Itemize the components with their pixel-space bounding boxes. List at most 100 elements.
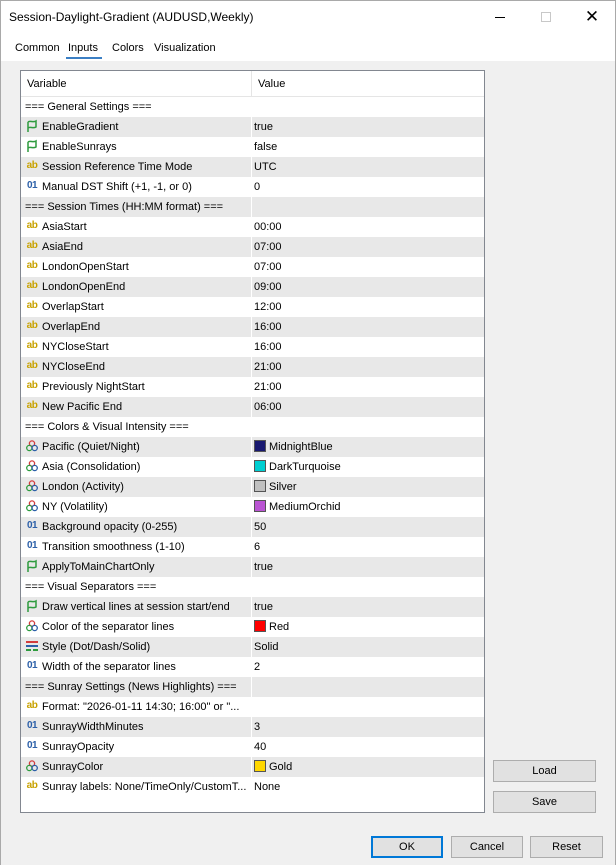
table-row[interactable]: SunrayColor Gold xyxy=(21,757,484,777)
value-cell[interactable]: 21:00 xyxy=(252,377,484,397)
table-row[interactable]: ab Previously NightStart 21:00 xyxy=(21,377,484,397)
header-value[interactable]: Value xyxy=(252,71,484,97)
variable-name: OverlapStart xyxy=(42,301,104,313)
string-type-icon: ab xyxy=(26,340,38,352)
table-row[interactable]: 01 SunrayOpacity 40 xyxy=(21,737,484,757)
value-cell[interactable]: None xyxy=(252,777,484,797)
value-cell[interactable]: 50 xyxy=(252,517,484,537)
variable-cell: NY (Volatility) xyxy=(21,497,251,517)
table-row[interactable]: 01 SunrayWidthMinutes 3 xyxy=(21,717,484,737)
value-cell[interactable]: true xyxy=(252,597,484,617)
string-type-icon: ab xyxy=(26,220,38,232)
value-cell[interactable]: 07:00 xyxy=(252,257,484,277)
value-cell[interactable]: MediumOrchid xyxy=(252,497,484,517)
table-row[interactable]: === Colors & Visual Intensity === xyxy=(21,417,484,437)
variable-name: Asia (Consolidation) xyxy=(42,461,141,473)
table-row[interactable]: === General Settings === xyxy=(21,97,484,117)
load-button[interactable]: Load xyxy=(493,760,596,782)
table-row[interactable]: EnableGradient true xyxy=(21,117,484,137)
value-cell[interactable]: 2 xyxy=(252,657,484,677)
value-cell[interactable]: true xyxy=(252,557,484,577)
table-row[interactable]: Color of the separator lines Red xyxy=(21,617,484,637)
tab-inputs[interactable]: Inputs xyxy=(68,42,98,54)
inputs-grid: Variable Value === General Settings === E… xyxy=(20,70,485,813)
cancel-button[interactable]: Cancel xyxy=(451,836,523,858)
table-row[interactable]: Asia (Consolidation) DarkTurquoise xyxy=(21,457,484,477)
value-cell[interactable]: 21:00 xyxy=(252,357,484,377)
value-cell[interactable]: 16:00 xyxy=(252,337,484,357)
variable-cell: ab New Pacific End xyxy=(21,397,251,417)
variable-name: Manual DST Shift (+1, -1, or 0) xyxy=(42,181,192,193)
reset-button[interactable]: Reset xyxy=(530,836,603,858)
value-cell[interactable]: MidnightBlue xyxy=(252,437,484,457)
value-cell[interactable]: 09:00 xyxy=(252,277,484,297)
value-cell[interactable]: Solid xyxy=(252,637,484,657)
string-type-icon: ab xyxy=(26,700,38,712)
header-variable[interactable]: Variable xyxy=(21,71,251,97)
table-row[interactable]: === Sunray Settings (News Highlights) ==… xyxy=(21,677,484,697)
minimize-button[interactable] xyxy=(477,1,523,33)
maximize-button xyxy=(523,1,569,33)
table-row[interactable]: 01 Background opacity (0-255) 50 xyxy=(21,517,484,537)
value-cell[interactable]: Silver xyxy=(252,477,484,497)
value-cell[interactable]: 00:00 xyxy=(252,217,484,237)
save-button[interactable]: Save xyxy=(493,791,596,813)
table-row[interactable]: ab OverlapEnd 16:00 xyxy=(21,317,484,337)
table-row[interactable]: ab LondonOpenStart 07:00 xyxy=(21,257,484,277)
table-row[interactable]: === Session Times (HH:MM format) === xyxy=(21,197,484,217)
table-row[interactable]: 01 Width of the separator lines 2 xyxy=(21,657,484,677)
table-row[interactable]: ApplyToMainChartOnly true xyxy=(21,557,484,577)
table-row[interactable]: === Visual Separators === xyxy=(21,577,484,597)
value-cell xyxy=(252,197,484,217)
value-cell[interactable]: 07:00 xyxy=(252,237,484,257)
table-row[interactable]: Style (Dot/Dash/Solid) Solid xyxy=(21,637,484,657)
variable-name: === Colors & Visual Intensity === xyxy=(25,421,189,433)
variable-name: SunrayColor xyxy=(42,761,104,773)
table-row[interactable]: ab Sunray labels: None/TimeOnly/CustomT..… xyxy=(21,777,484,797)
table-row[interactable]: EnableSunrays false xyxy=(21,137,484,157)
table-row[interactable]: Pacific (Quiet/Night) MidnightBlue xyxy=(21,437,484,457)
value-cell[interactable]: 6 xyxy=(252,537,484,557)
table-row[interactable]: 01 Manual DST Shift (+1, -1, or 0) 0 xyxy=(21,177,484,197)
variable-cell: Draw vertical lines at session start/end xyxy=(21,597,251,617)
variable-name: OverlapEnd xyxy=(42,321,101,333)
table-row[interactable]: ab AsiaStart 00:00 xyxy=(21,217,484,237)
value-cell[interactable]: 16:00 xyxy=(252,317,484,337)
value-text: true xyxy=(254,561,273,573)
table-row[interactable]: London (Activity) Silver xyxy=(21,477,484,497)
table-row[interactable]: ab NYCloseEnd 21:00 xyxy=(21,357,484,377)
table-row[interactable]: ab Session Reference Time Mode UTC xyxy=(21,157,484,177)
variable-cell: === Colors & Visual Intensity === xyxy=(21,417,251,437)
value-cell[interactable] xyxy=(252,697,484,717)
active-tab-indicator xyxy=(66,57,102,59)
value-cell[interactable]: UTC xyxy=(252,157,484,177)
value-cell[interactable]: DarkTurquoise xyxy=(252,457,484,477)
table-row[interactable]: NY (Volatility) MediumOrchid xyxy=(21,497,484,517)
value-text: Solid xyxy=(254,641,279,653)
value-cell[interactable]: true xyxy=(252,117,484,137)
value-cell[interactable]: 0 xyxy=(252,177,484,197)
tab-common[interactable]: Common xyxy=(15,42,60,54)
variable-name: Width of the separator lines xyxy=(42,661,176,673)
value-cell[interactable]: Red xyxy=(252,617,484,637)
value-cell[interactable]: false xyxy=(252,137,484,157)
table-row[interactable]: ab AsiaEnd 07:00 xyxy=(21,237,484,257)
tab-colors[interactable]: Colors xyxy=(112,42,144,54)
value-cell[interactable]: 40 xyxy=(252,737,484,757)
ok-button[interactable]: OK xyxy=(371,836,443,858)
value-cell[interactable]: 12:00 xyxy=(252,297,484,317)
value-cell[interactable]: Gold xyxy=(252,757,484,777)
table-row[interactable]: 01 Transition smoothness (1-10) 6 xyxy=(21,537,484,557)
table-row[interactable]: Draw vertical lines at session start/end… xyxy=(21,597,484,617)
table-row[interactable]: ab LondonOpenEnd 09:00 xyxy=(21,277,484,297)
tab-visualization[interactable]: Visualization xyxy=(154,42,216,54)
table-row[interactable]: ab OverlapStart 12:00 xyxy=(21,297,484,317)
table-row[interactable]: ab New Pacific End 06:00 xyxy=(21,397,484,417)
value-cell[interactable]: 06:00 xyxy=(252,397,484,417)
close-button[interactable]: ✕ xyxy=(569,1,615,33)
value-text: 16:00 xyxy=(254,321,282,333)
table-row[interactable]: ab NYCloseStart 16:00 xyxy=(21,337,484,357)
table-row[interactable]: ab Format: "2026-01-11 14:30; 16:00" or "… xyxy=(21,697,484,717)
value-cell[interactable]: 3 xyxy=(252,717,484,737)
value-text: 0 xyxy=(254,181,261,193)
